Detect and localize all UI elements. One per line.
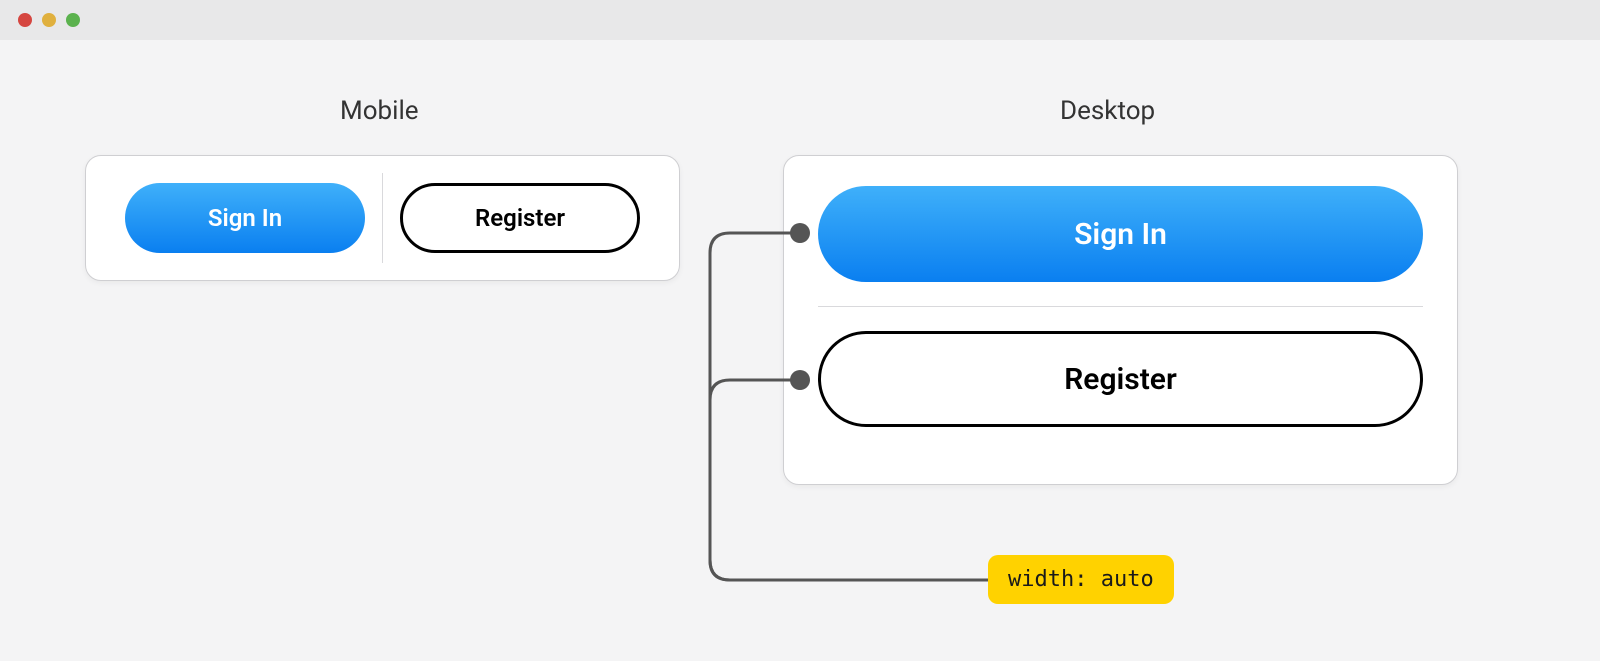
- width-auto-annotation: width: auto: [988, 555, 1174, 604]
- signin-button-mobile[interactable]: Sign In: [125, 183, 365, 253]
- register-button-mobile[interactable]: Register: [400, 183, 640, 253]
- register-button-desktop[interactable]: Register: [818, 331, 1423, 427]
- horizontal-divider: [818, 306, 1423, 307]
- minimize-icon[interactable]: [42, 13, 56, 27]
- desktop-heading: Desktop: [1060, 96, 1155, 126]
- mobile-left-half: Sign In: [114, 183, 376, 253]
- mobile-card: Sign In Register: [85, 155, 680, 281]
- close-icon[interactable]: [18, 13, 32, 27]
- desktop-card: Sign In Register: [783, 155, 1458, 485]
- mobile-right-half: Register: [389, 183, 651, 253]
- mobile-heading: Mobile: [340, 96, 419, 126]
- signin-button-desktop[interactable]: Sign In: [818, 186, 1423, 282]
- diagram-canvas: Mobile Desktop Sign In Register Sign In …: [0, 40, 1600, 661]
- zoom-icon[interactable]: [66, 13, 80, 27]
- window-titlebar: [0, 0, 1600, 40]
- vertical-divider: [382, 173, 383, 263]
